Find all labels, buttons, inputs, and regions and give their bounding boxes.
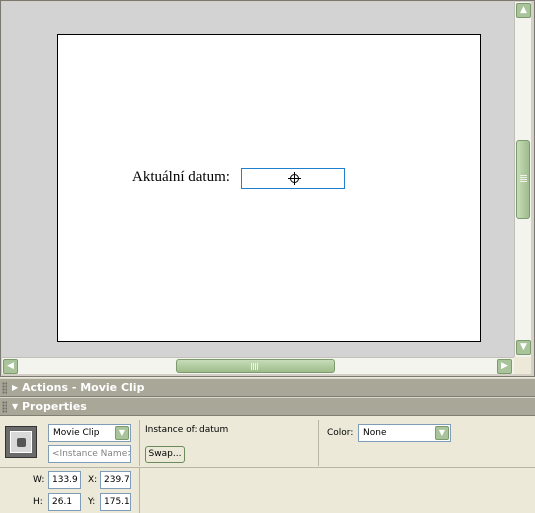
symbol-type-select[interactable]: Movie Clip ▼ — [48, 424, 131, 442]
scroll-up-button[interactable]: ▲ — [516, 3, 531, 18]
chevron-down-icon[interactable]: ▼ — [435, 426, 449, 440]
divider — [0, 467, 535, 468]
stage-label-aktualni-datum[interactable]: Aktuální datum: — [132, 169, 230, 186]
scroll-right-button[interactable]: ▶ — [497, 359, 512, 374]
panel-grip-icon[interactable] — [2, 382, 7, 394]
y-input[interactable]: 175.1 — [100, 493, 131, 511]
panel-grip-icon[interactable] — [2, 401, 7, 413]
instance-of-value: datum — [199, 425, 229, 435]
color-value: None — [363, 428, 387, 438]
actions-panel-header[interactable]: ▶ Actions - Movie Clip — [0, 378, 535, 397]
registration-point-icon — [288, 172, 301, 185]
properties-panel-header[interactable]: ▼ Properties — [0, 397, 535, 416]
width-input[interactable]: 133.9 — [48, 471, 81, 489]
properties-panel-title: Properties — [22, 400, 87, 413]
vertical-scroll-thumb[interactable] — [516, 140, 530, 219]
swap-button[interactable]: Swap... — [145, 446, 185, 463]
symbol-type-value: Movie Clip — [53, 428, 100, 438]
horizontal-scrollbar[interactable]: ◀ ▶ — [2, 357, 514, 374]
scrollbar-corner — [514, 357, 531, 374]
divider — [139, 468, 140, 513]
expanded-arrow-icon: ▼ — [12, 402, 19, 411]
horizontal-scroll-thumb[interactable] — [176, 359, 335, 373]
selected-datum-instance[interactable] — [241, 168, 345, 189]
actions-panel-title: Actions - Movie Clip — [22, 381, 145, 394]
movie-clip-symbol-icon — [5, 426, 37, 458]
x-label: X: — [88, 475, 98, 485]
instance-of-label: Instance of: — [145, 425, 198, 435]
height-input[interactable]: 26.1 — [48, 493, 81, 511]
collapsed-arrow-icon: ▶ — [12, 383, 19, 392]
color-select[interactable]: None ▼ — [358, 424, 451, 442]
instance-name-input[interactable]: <Instance Name> — [48, 445, 131, 463]
vertical-scrollbar[interactable]: ▲ ▼ — [514, 2, 531, 357]
chevron-down-icon[interactable]: ▼ — [115, 426, 129, 440]
divider — [139, 420, 140, 466]
stage-canvas[interactable]: Aktuální datum: — [57, 34, 481, 342]
stage-workspace: Aktuální datum: ▲ ▼ ◀ ▶ — [0, 0, 535, 377]
divider — [318, 420, 319, 466]
width-label: W: — [33, 475, 45, 485]
color-label: Color: — [327, 428, 354, 438]
scroll-left-button[interactable]: ◀ — [3, 359, 18, 374]
x-input[interactable]: 239.7 — [100, 471, 131, 489]
y-label: Y: — [88, 497, 96, 507]
height-label: H: — [33, 497, 43, 507]
scroll-down-button[interactable]: ▼ — [516, 340, 531, 355]
pasteboard: Aktuální datum: — [2, 2, 514, 357]
